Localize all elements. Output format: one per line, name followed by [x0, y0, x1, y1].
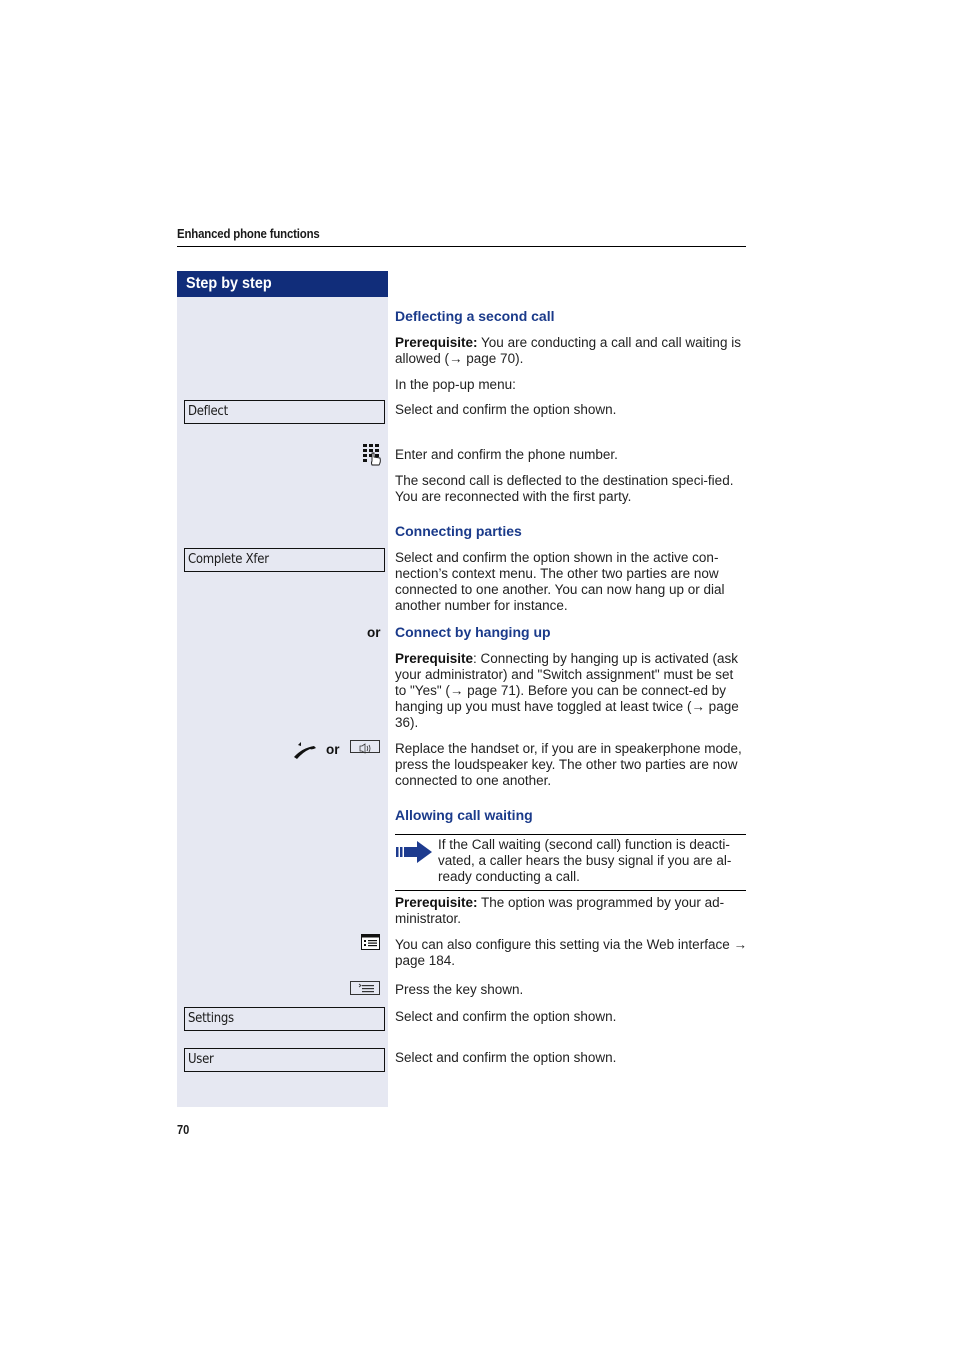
header-divider: [177, 246, 746, 247]
user-instruction: Select and confirm the option shown.: [395, 1050, 617, 1065]
call-waiting-note: If the Call waiting (second call) functi…: [438, 837, 732, 884]
menu-option-user[interactable]: User: [184, 1048, 385, 1072]
settings-instruction: Select and confirm the option shown.: [395, 1009, 617, 1024]
web-interface-icon: [361, 934, 380, 950]
page-number: 70: [177, 1122, 190, 1137]
enter-number-instruction: Enter and confirm the phone number.: [395, 447, 618, 462]
section-header-title: Enhanced phone functions: [177, 226, 320, 241]
hanging-up-prerequisite: Prerequisite: Connecting by hanging up i…: [395, 651, 747, 731]
deflect-instruction: Select and confirm the option shown.: [395, 402, 617, 417]
menu-option-label: Settings: [188, 1011, 234, 1026]
or-label: or: [367, 625, 381, 640]
menu-option-label: Complete Xfer: [188, 552, 269, 567]
step-by-step-banner: Step by step: [177, 271, 388, 297]
prerequisite-label: Prerequisite:: [395, 895, 478, 910]
complete-xfer-instruction: Select and confirm the option shown in t…: [395, 550, 725, 613]
heading-connecting-parties: Connecting parties: [395, 523, 522, 539]
call-waiting-prerequisite: Prerequisite: The option was programmed …: [395, 895, 747, 927]
menu-option-label: User: [188, 1052, 214, 1067]
menu-option-settings[interactable]: Settings: [184, 1007, 385, 1031]
heading-connect-by-hanging-up: Connect by hanging up: [395, 624, 551, 640]
replace-handset-text: Replace the handset or, if you are in sp…: [395, 741, 742, 788]
heading-deflecting: Deflecting a second call: [395, 308, 555, 324]
press-key-text: Press the key shown.: [395, 982, 524, 997]
prerequisite-label: Prerequisite:: [395, 335, 478, 350]
menu-option-label: Deflect: [188, 404, 228, 419]
menu-option-complete-xfer[interactable]: Complete Xfer: [184, 548, 385, 572]
note-top-divider: [395, 834, 746, 835]
keypad-icon: [362, 443, 382, 467]
step-by-step-label: Step by step: [186, 275, 272, 292]
deflecting-prerequisite: Prerequisite: You are conducting a call …: [395, 335, 747, 367]
icon-or-label: or: [326, 742, 340, 757]
note-bottom-divider: [395, 890, 746, 891]
web-interface-text: You can also configure this setting via …: [395, 937, 747, 968]
menu-key-icon: [350, 981, 380, 995]
menu-option-deflect[interactable]: Deflect: [184, 400, 385, 424]
note-arrow-icon: [395, 840, 433, 864]
popup-menu-text: In the pop-up menu:: [395, 377, 516, 392]
prerequisite-label: Prerequisite: [395, 651, 474, 666]
handset-hang-up-icon: [292, 740, 318, 760]
loudspeaker-key-icon: [350, 740, 380, 754]
heading-allowing-call-waiting: Allowing call waiting: [395, 807, 533, 823]
deflect-result-text: The second call is deflected to the dest…: [395, 473, 734, 504]
